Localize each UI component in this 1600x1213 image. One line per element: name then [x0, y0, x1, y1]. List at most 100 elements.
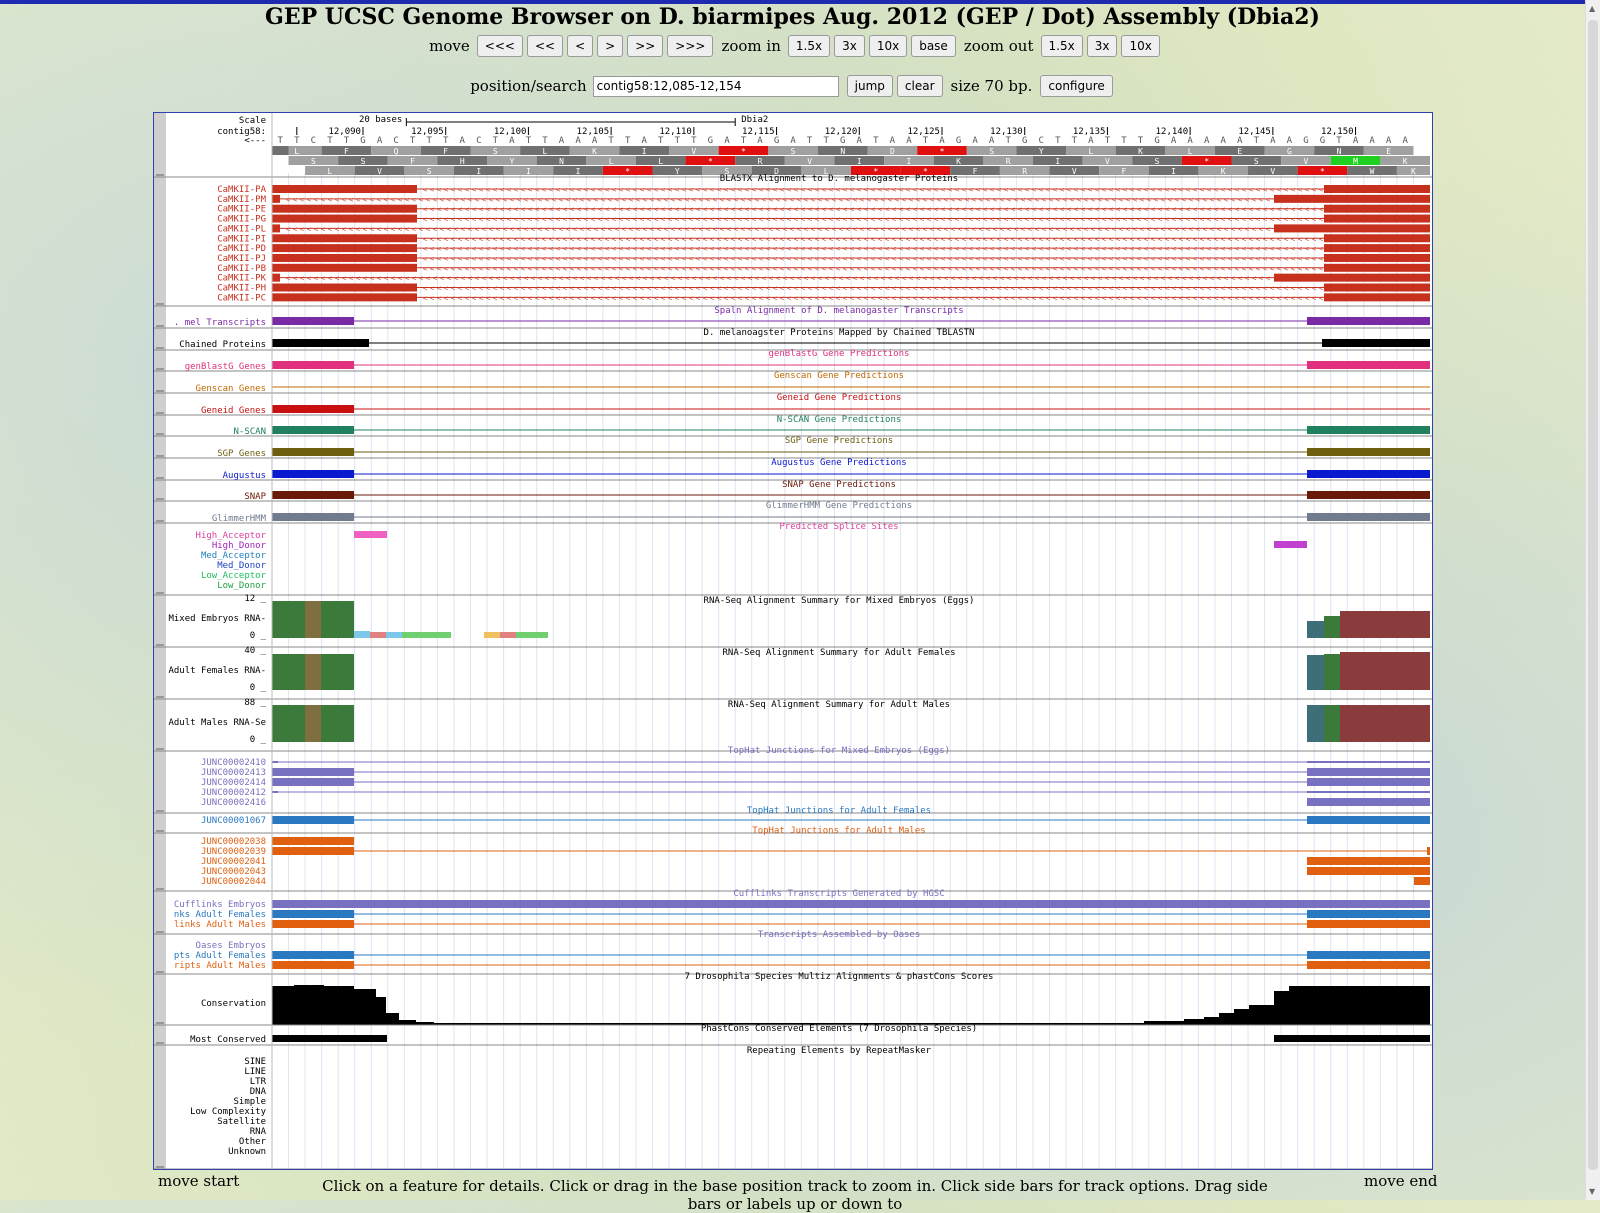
zoom-out-1-5x-button[interactable]: 1.5x	[1040, 35, 1083, 57]
strand-arrow: <	[640, 285, 644, 293]
amino-acid-letter: N	[840, 147, 845, 156]
strand-arrow: <	[619, 235, 623, 243]
strand-arrow: <	[727, 275, 731, 283]
strand-arrow: <	[1256, 206, 1260, 214]
strand-arrow: <	[514, 265, 518, 273]
strand-arrow: <	[808, 285, 812, 293]
strand-arrow: <	[626, 294, 630, 302]
side-bar-notch	[156, 477, 164, 479]
cufflinks-label: nks Adult Females	[174, 910, 266, 920]
strand-arrow: <	[857, 186, 861, 194]
blastx-exon	[1324, 263, 1430, 272]
strand-arrow: <	[454, 196, 458, 204]
strand-arrow: <	[444, 216, 448, 224]
strand-arrow: <	[752, 186, 756, 194]
move-slight-right-button[interactable]: >	[597, 35, 624, 57]
sequence-base: A	[377, 136, 383, 146]
strand-arrow: <	[1312, 245, 1316, 253]
strand-arrow: <	[955, 206, 959, 214]
strand-arrow: <	[1130, 206, 1134, 214]
splice-site-label: High_Acceptor	[196, 531, 267, 541]
zoom-in-1-5x-button[interactable]: 1.5x	[787, 35, 831, 57]
strand-arrow: <	[622, 275, 626, 283]
strand-arrow: <	[1214, 245, 1218, 253]
strand-arrow: <	[1193, 235, 1197, 243]
sequence-base: T	[608, 136, 614, 146]
strand-arrow: <	[720, 196, 724, 204]
configure-button[interactable]: configure	[1040, 75, 1113, 97]
rnaseq-embryo-coverage-bar	[1307, 621, 1324, 638]
strand-arrow: <	[710, 245, 714, 253]
genome-browser-image[interactable]: Scale contig58: <--- 20 bases Dbia2 12,090 12,…	[153, 112, 1433, 1170]
splice-site-label: High_Donor	[212, 541, 267, 551]
strand-arrow: <	[1151, 265, 1155, 273]
rnaseq-female-coverage-bar	[1307, 655, 1324, 690]
zoom-out-10x-button[interactable]: 10x	[1121, 35, 1160, 57]
strand-arrow: <	[507, 245, 511, 253]
clear-button[interactable]: clear	[896, 75, 943, 97]
vertical-scrollbar[interactable]: ▲ ▼	[1585, 0, 1600, 1200]
strand-arrow: <	[549, 206, 553, 214]
strand-arrow: <	[766, 216, 770, 224]
strand-arrow: <	[451, 255, 455, 263]
scroll-up-arrow-icon[interactable]: ▲	[1589, 4, 1595, 13]
zoom-in-3x-button[interactable]: 3x	[834, 35, 865, 57]
strand-arrow: <	[342, 225, 346, 233]
zoom-base-button[interactable]: base	[911, 35, 956, 57]
sequence-base: T	[1138, 136, 1144, 146]
strand-arrow: <	[906, 255, 910, 263]
strand-arrow: <	[626, 255, 630, 263]
strand-arrow: <	[738, 216, 742, 224]
strand-arrow: <	[591, 206, 595, 214]
strand-arrow: <	[832, 196, 836, 204]
strand-arrow: <	[815, 245, 819, 253]
strand-arrow: <	[430, 186, 434, 194]
move-left-button[interactable]: <<	[526, 35, 564, 57]
jump-button[interactable]: jump	[846, 75, 893, 97]
zoom-in-10x-button[interactable]: 10x	[868, 35, 908, 57]
strand-arrow: <	[356, 196, 360, 204]
strand-arrow: <	[1263, 186, 1267, 194]
strand-arrow: <	[1056, 196, 1060, 204]
strand-arrow: <	[1203, 225, 1207, 233]
strand-arrow: <	[794, 255, 798, 263]
strand-arrow: <	[647, 294, 651, 302]
strand-arrow: <	[475, 225, 479, 233]
move-right-button[interactable]: >>	[627, 35, 664, 57]
strand-arrow: <	[1126, 275, 1130, 283]
strand-arrow: <	[370, 225, 374, 233]
strand-arrow: <	[1102, 216, 1106, 224]
move-far-left-button[interactable]: <<<	[476, 35, 523, 57]
strand-arrow: <	[1119, 196, 1123, 204]
strand-arrow: <	[1049, 196, 1053, 204]
zoom-out-3x-button[interactable]: 3x	[1086, 35, 1118, 57]
strand-arrow: <	[829, 245, 833, 253]
amino-acid-letter: *	[940, 147, 945, 156]
strand-arrow: <	[1186, 235, 1190, 243]
strand-arrow: <	[696, 206, 700, 214]
strand-arrow: <	[1053, 285, 1057, 293]
move-slight-left-button[interactable]: <	[567, 35, 594, 57]
sequence-base: T	[294, 136, 300, 146]
strand-arrow: <	[692, 275, 696, 283]
strand-arrow: <	[1067, 216, 1071, 224]
strand-arrow: <	[913, 235, 917, 243]
strand-arrow: <	[836, 294, 840, 302]
scroll-down-arrow-icon[interactable]: ▼	[1589, 1187, 1595, 1196]
strand-arrow: <	[423, 186, 427, 194]
strand-arrow: <	[661, 265, 665, 273]
browser-tracks-svg[interactable]: Scalecontig58:<---20 bases Dbia212,090 12,…	[154, 113, 1432, 1169]
scrollbar-thumb[interactable]	[1588, 20, 1598, 1170]
strand-arrow: <	[1270, 216, 1274, 224]
conservation-bar	[272, 986, 294, 1024]
strand-arrow: <	[829, 186, 833, 194]
move-far-right-button[interactable]: >>>	[667, 35, 714, 57]
strand-arrow: <	[1256, 235, 1260, 243]
strand-arrow: <	[433, 196, 437, 204]
strand-arrow: <	[1147, 225, 1151, 233]
side-bar-notch	[156, 303, 164, 305]
strand-arrow: <	[745, 265, 749, 273]
position-search-input[interactable]	[592, 75, 839, 97]
strand-arrow: <	[920, 255, 924, 263]
side-bar-notch	[156, 592, 164, 594]
